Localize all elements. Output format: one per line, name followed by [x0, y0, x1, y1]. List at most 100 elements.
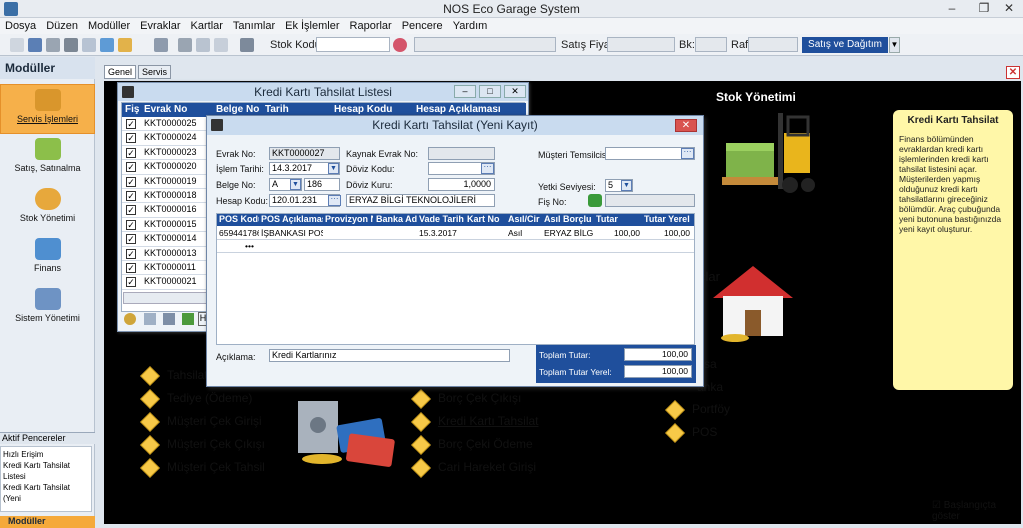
col-vade-tarihi[interactable]: Vade Tarihi [419, 214, 464, 224]
panel-close-icon[interactable]: ✕ [1006, 66, 1020, 79]
restore-icon[interactable]: ❐ [970, 1, 998, 17]
active-window-item[interactable]: Kredi Kartı Tahsilat (Yeni [3, 482, 89, 504]
list-item[interactable]: ✓ KKT0000015 [122, 218, 210, 233]
col-hesap-kodu[interactable]: Hesap Kodu [334, 104, 392, 115]
checkbox-icon[interactable]: ✓ [126, 248, 136, 259]
link-kasa[interactable]: sa [704, 357, 717, 371]
link-musteri-cek-cikisi[interactable]: Müşteri Çek Çıkışı [140, 434, 265, 455]
list-item[interactable]: ✓ KKT0000025 [122, 117, 210, 132]
link-musteri-cek-tahsil[interactable]: Müşteri Çek Tahsil [140, 457, 265, 478]
col-pos-kodu[interactable]: POS Kodu [219, 214, 259, 224]
checkbox-icon[interactable]: ✓ [126, 277, 136, 288]
copy-icon[interactable] [196, 38, 210, 52]
col-belge-no[interactable]: Belge No [216, 104, 259, 115]
checkbox-icon[interactable]: ✓ [126, 219, 136, 230]
checkbox-icon[interactable]: ✓ [126, 234, 136, 245]
sidebar-item-satis[interactable]: Satış, Satınalma [0, 134, 95, 184]
col-fis[interactable]: Fiş [125, 104, 139, 115]
col-kart-no[interactable]: Kart No [467, 214, 505, 224]
list-item[interactable]: ✓ KKT0000019 [122, 175, 210, 189]
link-musteri-cek-girisi[interactable]: Müşteri Çek Girişi [140, 411, 262, 432]
aciklama-input[interactable]: Kredi Kartlarınız [269, 349, 510, 362]
link-borc-cek-cikisi[interactable]: Borç Çek Çıkışı [411, 388, 521, 409]
save-icon[interactable] [28, 38, 42, 52]
col-hesap-aciklamasi[interactable]: Hesap Açıklaması [416, 104, 501, 115]
checkbox-icon[interactable]: ✓ [126, 133, 136, 144]
cut-icon[interactable] [178, 38, 192, 52]
checkbox-icon[interactable]: ✓ [126, 205, 136, 216]
yetki-dropdown-icon[interactable]: ▼ [621, 180, 632, 191]
list-item[interactable]: ✓ KKT0000013 [122, 247, 210, 261]
date-dropdown-icon[interactable]: ▼ [328, 163, 339, 174]
menu-duzen[interactable]: Düzen [41, 18, 83, 34]
startup-checkbox[interactable]: ☑ Başlangıçta göster [932, 500, 1023, 522]
link-tediye[interactable]: Tediye (Ödeme) [140, 388, 252, 409]
list-item[interactable]: ✓ KKT0000020 [122, 160, 210, 175]
menu-tanimlar[interactable]: Tanımlar [228, 18, 280, 34]
stock-search-icon[interactable] [393, 38, 407, 52]
stok-kodu-input[interactable] [316, 37, 390, 52]
checkbox-icon[interactable]: ✓ [126, 162, 136, 173]
col-asil-borclu[interactable]: Asıl Borçlu [544, 214, 594, 224]
col-tutar-yerel[interactable]: Tutar Yerel [644, 214, 694, 224]
refresh-icon[interactable] [124, 313, 136, 325]
menu-dosya[interactable]: Dosya [0, 18, 41, 34]
modules-bottom-tab[interactable]: Modüller [0, 516, 95, 528]
link-borc-ceki-odeme[interactable]: Borç Çeki Ödeme [411, 434, 533, 455]
col-asil-ciro[interactable]: Asıl/Cir [508, 214, 542, 224]
new-row[interactable]: ••• [217, 240, 694, 253]
checkbox-icon[interactable]: ✓ [126, 191, 136, 201]
list-item[interactable]: ✓ KKT0000024 [122, 131, 210, 146]
calculator-icon[interactable] [118, 38, 132, 52]
list-item[interactable]: ✓ KKT0000023 [122, 146, 210, 161]
new-icon[interactable] [10, 38, 24, 52]
minimize-icon[interactable]: – [454, 85, 476, 98]
menu-evraklar[interactable]: Evraklar [135, 18, 185, 34]
tab-servis[interactable]: Servis [138, 65, 172, 79]
menu-raporlar[interactable]: Raporlar [345, 18, 397, 34]
col-provizyon[interactable]: Provizyon N [325, 214, 373, 224]
sidebar-item-sistem[interactable]: Sistem Yönetimi [0, 284, 95, 334]
hesap-lookup-icon[interactable]: ··· [328, 195, 341, 206]
menu-kartlar[interactable]: Kartlar [186, 18, 228, 34]
checkbox-icon[interactable]: ✓ [126, 119, 136, 129]
doviz-lookup-icon[interactable]: ··· [481, 163, 494, 174]
menu-pencere[interactable]: Pencere [397, 18, 448, 34]
checkbox-icon[interactable]: ✓ [126, 147, 136, 158]
checkbox-icon[interactable]: ✓ [126, 176, 136, 187]
sidebar-item-finans[interactable]: Finans [0, 234, 95, 284]
checkbox-icon[interactable]: ✓ [126, 263, 136, 273]
musteri-lookup-icon[interactable]: ··· [681, 148, 694, 159]
link-portfoy[interactable]: Portföy [665, 399, 730, 420]
delete-icon[interactable] [46, 38, 60, 52]
satis-dagitim-button[interactable]: Satış ve Dağıtım [802, 37, 888, 53]
link-cari-hareket-girisi[interactable]: Cari Hareket Girişi [411, 457, 536, 478]
close-icon[interactable]: ✕ [504, 85, 526, 98]
list-item[interactable]: ✓ KKT0000016 [122, 203, 210, 218]
horizontal-scrollbar[interactable] [123, 292, 209, 304]
list-item[interactable]: ✓ KKT0000014 [122, 232, 210, 247]
email-icon[interactable] [100, 38, 114, 52]
preview-icon[interactable] [82, 38, 96, 52]
menu-ek-islemler[interactable]: Ek İşlemler [280, 18, 344, 34]
active-window-item[interactable]: Hızlı Erişim [3, 449, 89, 460]
col-tutar[interactable]: Tutar [596, 214, 644, 224]
link-pos[interactable]: POS [665, 422, 717, 443]
chart-icon[interactable] [163, 313, 175, 325]
undo-icon[interactable] [154, 38, 168, 52]
tab-genel[interactable]: Genel [104, 65, 137, 79]
chevron-down-icon[interactable]: ▼ [889, 37, 900, 53]
table-row[interactable]: 659441786 İŞBANKASI POS 15.3.2017 Asıl E… [217, 227, 694, 240]
col-pos-aciklamasi[interactable]: POS Açıklaması [261, 214, 323, 224]
print-icon[interactable] [64, 38, 78, 52]
menu-moduller[interactable]: Modüller [83, 18, 135, 34]
go-arrow-icon[interactable] [588, 194, 602, 207]
list-item[interactable]: ✓ KKT0000018 [122, 189, 210, 204]
list-item[interactable]: ✓ KKT0000011 [122, 261, 210, 276]
col-tarih[interactable]: Tarih [265, 104, 289, 115]
filter-icon[interactable] [182, 313, 194, 325]
close-icon[interactable]: ✕ [675, 119, 697, 132]
help-icon[interactable] [240, 38, 254, 52]
list-item[interactable]: ✓ KKT0000021 [122, 275, 210, 290]
doviz-kuru-input[interactable]: 1,0000 [428, 178, 495, 191]
